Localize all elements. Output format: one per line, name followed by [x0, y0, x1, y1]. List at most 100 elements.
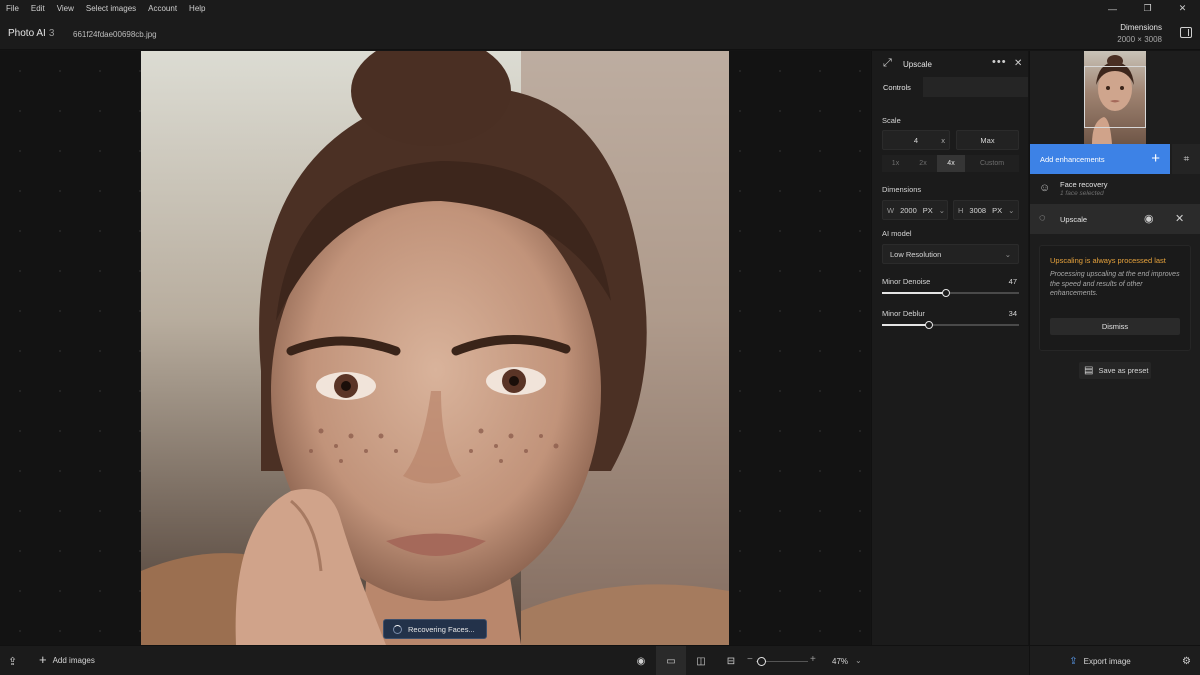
deblur-slider-fill — [882, 324, 929, 326]
preview-image[interactable] — [141, 51, 729, 645]
upscale-notice: Upscaling is always processed last Proce… — [1039, 245, 1191, 351]
add-enhancements-label: Add enhancements — [1040, 154, 1105, 164]
menu-account[interactable]: Account — [142, 4, 183, 13]
restore-button[interactable]: ❐ — [1130, 0, 1165, 17]
zoom-level[interactable]: 47% — [832, 657, 848, 666]
width-unit: PX — [922, 205, 933, 215]
denoise-value: 47 — [1008, 277, 1017, 286]
spinner-icon — [393, 624, 402, 634]
title-bar: Photo AI 3 661f24fdae00698cb.jpg Dimensio… — [0, 17, 1200, 50]
chevron-down-icon[interactable]: ⌄ — [855, 656, 862, 665]
close-icon[interactable]: ✕ — [1175, 212, 1184, 225]
single-view-icon[interactable]: ▭ — [656, 646, 686, 675]
scale-option-2x[interactable]: 2x — [909, 155, 937, 172]
scale-input[interactable]: 4 x — [882, 130, 950, 150]
notice-body: Processing upscaling at the end improves… — [1050, 271, 1180, 297]
scale-value: 4 — [913, 135, 919, 145]
upscale-label: Upscale — [1060, 215, 1088, 224]
preview-toggle-eye-icon[interactable]: ◉ — [626, 646, 656, 675]
scale-max-label: Max — [980, 135, 995, 145]
deblur-slider[interactable] — [882, 321, 1019, 329]
add-enhancements-button[interactable]: Add enhancements + — [1030, 144, 1170, 174]
width-prefix: W — [887, 205, 895, 215]
denoise-label: Minor Denoise — [882, 277, 931, 286]
menu-file[interactable]: File — [0, 4, 25, 13]
close-window-button[interactable]: ✕ — [1165, 0, 1200, 17]
deblur-slider-handle[interactable] — [924, 321, 933, 329]
denoise-slider-handle[interactable] — [942, 289, 951, 297]
scale-option-4x[interactable]: 4x — [937, 155, 965, 172]
dismiss-button[interactable]: Dismiss — [1050, 318, 1180, 335]
scale-option-custom[interactable]: Custom — [965, 155, 1019, 172]
width-value: 2000 — [900, 205, 917, 215]
add-images-label: Add images — [52, 655, 95, 665]
upload-icon[interactable]: ⇪ — [8, 655, 17, 668]
face-icon: ☺ — [1039, 182, 1051, 194]
scale-option-1x[interactable]: 1x — [882, 155, 909, 172]
split-view-icon[interactable]: ⊟ — [716, 646, 746, 675]
minimize-button[interactable]: — — [1095, 0, 1130, 17]
side-by-side-view-icon[interactable]: ◫ — [686, 646, 716, 675]
panel-toggle-icon[interactable] — [1180, 27, 1192, 38]
plus-icon: + — [39, 652, 47, 667]
upscale-icon: ⤢ — [883, 57, 892, 69]
ai-model-select[interactable]: Low Resolution ⌄ — [882, 244, 1019, 264]
chevron-down-icon: ⌄ — [1008, 205, 1015, 215]
upscale-spinner-icon: ◌ — [1039, 212, 1046, 224]
plus-icon: + — [1151, 150, 1160, 167]
chevron-down-icon: ⌄ — [938, 205, 946, 215]
notice-title: Upscaling is always processed last — [1050, 256, 1166, 265]
dimensions-value: 2000 × 3008 — [1117, 35, 1162, 44]
image-canvas: Recovering Faces... — [0, 51, 870, 645]
enhancement-upscale[interactable]: ◌ Upscale ◉ ✕ — [1030, 204, 1200, 234]
status-text: Recovering Faces... — [408, 624, 475, 634]
add-images-button[interactable]: + Add images — [39, 652, 95, 667]
height-input[interactable]: H 3008 PX ⌄ — [953, 200, 1019, 220]
enhancement-face-recovery[interactable]: ☺ Face recovery 1 face selected — [1030, 174, 1200, 204]
enhancements-panel: Add enhancements + ⌗ ☺ Face recovery 1 f… — [1029, 51, 1200, 645]
zoom-out-icon[interactable]: − — [747, 654, 753, 665]
save-as-preset-button[interactable]: ▤ Save as preset — [1079, 362, 1151, 379]
upscale-panel: ⤢ Upscale ••• ✕ Controls Scale 4 x Max 1… — [871, 51, 1028, 645]
ai-model-value: Low Resolution — [890, 249, 942, 259]
more-options-icon[interactable]: ••• — [992, 56, 1007, 68]
eye-icon[interactable]: ◉ — [1144, 212, 1154, 225]
menu-edit[interactable]: Edit — [25, 4, 51, 13]
export-image-button[interactable]: ⇪ Export image — [1030, 646, 1170, 675]
scale-max-button[interactable]: Max — [956, 130, 1019, 150]
width-input[interactable]: W 2000 PX ⌄ — [882, 200, 948, 220]
deblur-label: Minor Deblur — [882, 309, 925, 318]
app-name-text: Photo AI — [8, 28, 46, 39]
crop-icon[interactable]: ⌗ — [1172, 144, 1200, 174]
export-bar: ⇪ Export image ⚙ — [1029, 645, 1200, 675]
scale-unit: x — [941, 135, 945, 145]
face-recovery-label: Face recovery — [1060, 180, 1108, 189]
denoise-slider[interactable] — [882, 289, 1019, 297]
menu-view[interactable]: View — [51, 4, 80, 13]
menu-help[interactable]: Help — [183, 4, 211, 13]
denoise-slider-fill — [882, 292, 947, 294]
menu-select-images[interactable]: Select images — [80, 4, 142, 13]
height-value: 3008 — [969, 205, 987, 215]
export-icon: ⇪ — [1069, 655, 1078, 667]
height-unit: PX — [992, 205, 1003, 215]
export-image-label: Export image — [1083, 656, 1131, 666]
app-name: Photo AI 3 — [8, 28, 54, 39]
deblur-value: 34 — [1008, 309, 1017, 318]
export-settings-icon[interactable]: ⚙ — [1172, 646, 1200, 675]
height-prefix: H — [958, 205, 964, 215]
zoom-in-icon[interactable]: + — [810, 654, 816, 665]
save-as-preset-label: Save as preset — [1098, 366, 1149, 375]
tab-controls[interactable]: Controls — [872, 77, 922, 97]
upscale-tabs: Controls — [872, 77, 1029, 97]
thumbnail-face-frame — [1084, 66, 1146, 128]
tab-empty[interactable] — [923, 77, 1028, 97]
close-icon[interactable]: ✕ — [1014, 58, 1022, 69]
face-recovery-sub: 1 face selected — [1060, 190, 1104, 197]
zoom-slider-handle[interactable] — [757, 657, 766, 666]
chevron-down-icon: ⌄ — [1004, 249, 1011, 259]
upscale-header: ⤢ Upscale ••• ✕ — [872, 51, 1029, 76]
upscale-title: Upscale — [903, 60, 932, 69]
preset-icon: ▤ — [1084, 365, 1094, 376]
ai-model-label: AI model — [882, 229, 912, 238]
